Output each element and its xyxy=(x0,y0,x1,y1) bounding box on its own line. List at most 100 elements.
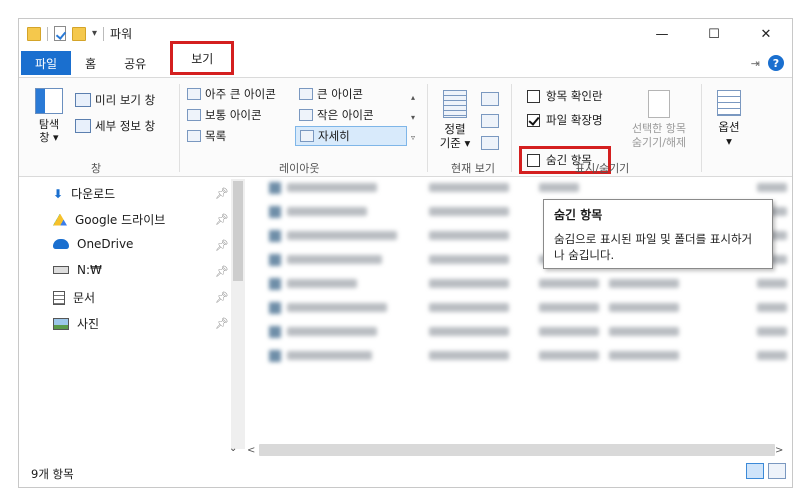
nav-item-google-drive[interactable]: Google 드라이브 xyxy=(53,211,165,228)
details-pane-label: 세부 정보 창 xyxy=(95,119,156,133)
network-drive-icon xyxy=(53,266,69,274)
current-view-tools xyxy=(481,92,499,150)
nav-item-label: N:₩ xyxy=(77,263,102,277)
onedrive-cloud-icon xyxy=(53,239,69,249)
new-folder-icon[interactable] xyxy=(72,26,86,41)
pin-icon[interactable]: 📌︎ xyxy=(215,317,229,330)
hidden-items-tooltip: 숨긴 항목 숨김으로 표시된 파일 및 폴더를 표시하거나 숨깁니다. xyxy=(543,199,773,269)
group-separator xyxy=(427,84,428,172)
extra-large-icons-icon xyxy=(187,88,201,100)
file-row[interactable] xyxy=(269,323,789,341)
pin-icon[interactable]: 📌︎ xyxy=(215,213,229,226)
item-check-boxes-option[interactable]: 항목 확인란 xyxy=(527,88,603,104)
ribbon-tabs-right: ⇥ ? xyxy=(751,55,784,71)
customize-toolbar-dropdown-icon[interactable]: ▾ xyxy=(92,28,97,39)
layout-medium-icons[interactable]: 보통 아이콘 xyxy=(187,107,262,123)
scroll-left-icon[interactable]: < xyxy=(247,445,259,456)
ribbon-view: 탐색 창 ▾ 미리 보기 창 세부 정보 창 창 아주 큰 아이콘 큰 아이콘 … xyxy=(19,77,792,177)
options-icon xyxy=(717,90,741,116)
item-check-boxes-label: 항목 확인란 xyxy=(546,89,603,103)
help-icon[interactable]: ? xyxy=(768,55,784,71)
nav-item-label: Google 드라이브 xyxy=(75,213,166,227)
properties-icon[interactable] xyxy=(54,26,66,41)
details-pane-button[interactable]: 세부 정보 창 xyxy=(75,118,155,134)
file-row[interactable] xyxy=(269,179,789,197)
hide-selected-items-button[interactable]: 선택한 항목 숨기기/해제 xyxy=(625,90,693,150)
close-button[interactable]: ✕ xyxy=(740,19,792,49)
expand-ribbon-icon[interactable]: ⇥ xyxy=(751,57,760,70)
tooltip-body: 숨김으로 표시된 파일 및 폴더를 표시하거나 숨깁니다. xyxy=(554,232,753,262)
size-columns-icon[interactable] xyxy=(481,136,499,150)
large-icons-view-icon[interactable] xyxy=(768,463,786,479)
scroll-up-icon[interactable]: ▴ xyxy=(411,88,421,108)
file-row[interactable] xyxy=(269,347,789,365)
nav-item-label: 사진 xyxy=(77,317,100,331)
file-row[interactable] xyxy=(269,299,789,317)
sort-by-label: 정렬 기준 ▾ xyxy=(439,122,471,150)
details-view-icon[interactable] xyxy=(746,463,764,479)
layout-large-icons[interactable]: 큰 아이콘 xyxy=(299,86,363,102)
small-icons-label: 작은 아이콘 xyxy=(317,108,374,122)
group-by-icon[interactable] xyxy=(481,92,499,106)
nav-item-label: 문서 xyxy=(73,291,96,305)
maximize-button[interactable]: ☐ xyxy=(688,19,740,49)
details-label: 자세히 xyxy=(318,129,350,143)
nav-item-onedrive[interactable]: OneDrive xyxy=(53,237,133,251)
extra-large-icons-label: 아주 큰 아이콘 xyxy=(205,87,276,101)
tab-home[interactable]: 홈 xyxy=(71,51,110,75)
ribbon-tabs: 파일 홈 공유 보기 ⇥ ? xyxy=(19,41,792,75)
navigation-scrollbar[interactable] xyxy=(231,179,245,449)
layout-gallery-scroll[interactable]: ▴ ▾ ▿ xyxy=(411,88,421,148)
tab-share[interactable]: 공유 xyxy=(110,51,160,75)
nav-item-documents[interactable]: 문서 xyxy=(53,289,95,306)
item-check-boxes-checkbox[interactable] xyxy=(527,89,540,103)
more-layouts-icon[interactable]: ▿ xyxy=(411,128,421,148)
chevron-down-icon[interactable]: ⌄ xyxy=(229,443,237,454)
sort-by-button[interactable]: 정렬 기준 ▾ xyxy=(437,90,473,150)
horizontal-scrollbar[interactable]: < > xyxy=(247,443,787,457)
minimize-button[interactable]: — xyxy=(636,19,688,49)
layout-details[interactable]: 자세히 xyxy=(295,126,407,146)
add-columns-icon[interactable] xyxy=(481,114,499,128)
navigation-pane-label: 탐색 창 ▾ xyxy=(38,118,60,144)
pin-icon[interactable]: 📌︎ xyxy=(215,291,229,304)
nav-item-downloads[interactable]: ⬇ 다운로드 xyxy=(53,185,115,202)
tab-file[interactable]: 파일 xyxy=(21,51,72,75)
layout-list[interactable]: 목록 xyxy=(187,128,226,144)
preview-pane-button[interactable]: 미리 보기 창 xyxy=(75,92,155,108)
navigation-scrollbar-thumb[interactable] xyxy=(233,181,243,281)
nav-item-label: OneDrive xyxy=(77,237,134,251)
layout-small-icons[interactable]: 작은 아이콘 xyxy=(299,107,374,123)
nav-item-network-drive[interactable]: N:₩ xyxy=(53,263,102,277)
scroll-right-icon[interactable]: > xyxy=(775,445,787,456)
download-icon: ⬇ xyxy=(53,186,64,201)
file-name-extensions-option[interactable]: 파일 확장명 xyxy=(527,112,603,128)
folder-icon xyxy=(27,26,41,41)
nav-item-pictures[interactable]: 사진 xyxy=(53,315,99,332)
options-button[interactable]: 옵션 ▾ xyxy=(709,90,749,148)
horizontal-scrollbar-thumb[interactable] xyxy=(259,444,775,456)
file-name-extensions-checkbox[interactable] xyxy=(527,113,540,127)
large-icons-icon xyxy=(299,88,313,100)
group-separator xyxy=(179,84,180,172)
google-drive-icon xyxy=(53,213,67,226)
sort-by-icon xyxy=(443,90,467,118)
layout-group-label: 레이아웃 xyxy=(279,162,320,175)
nav-item-label: 다운로드 xyxy=(71,187,116,201)
tab-view[interactable]: 보기 xyxy=(170,41,235,75)
file-name-extensions-label: 파일 확장명 xyxy=(546,113,603,127)
pictures-icon xyxy=(53,317,69,330)
navigation-pane-button[interactable]: 탐색 창 ▾ xyxy=(29,88,69,144)
view-toggle xyxy=(746,463,786,479)
pin-icon[interactable]: 📌︎ xyxy=(215,187,229,200)
pin-icon[interactable]: 📌︎ xyxy=(215,265,229,278)
pin-icon[interactable]: 📌︎ xyxy=(215,239,229,252)
quick-access-toolbar: ▾ 파워 xyxy=(27,25,132,42)
explorer-window: ▾ 파워 — ☐ ✕ 파일 홈 공유 보기 ⇥ ? 탐색 창 ▾ 미리 보기 창 xyxy=(18,18,793,488)
layout-extra-large-icons[interactable]: 아주 큰 아이콘 xyxy=(187,86,276,102)
tooltip-title: 숨긴 항목 xyxy=(554,208,603,222)
navigation-pane: ⬇ 다운로드 📌︎ Google 드라이브 📌︎ OneDrive 📌︎ N:₩… xyxy=(19,179,245,454)
file-row[interactable] xyxy=(269,275,789,293)
scroll-down-icon[interactable]: ▾ xyxy=(411,108,421,128)
group-separator xyxy=(511,84,512,172)
